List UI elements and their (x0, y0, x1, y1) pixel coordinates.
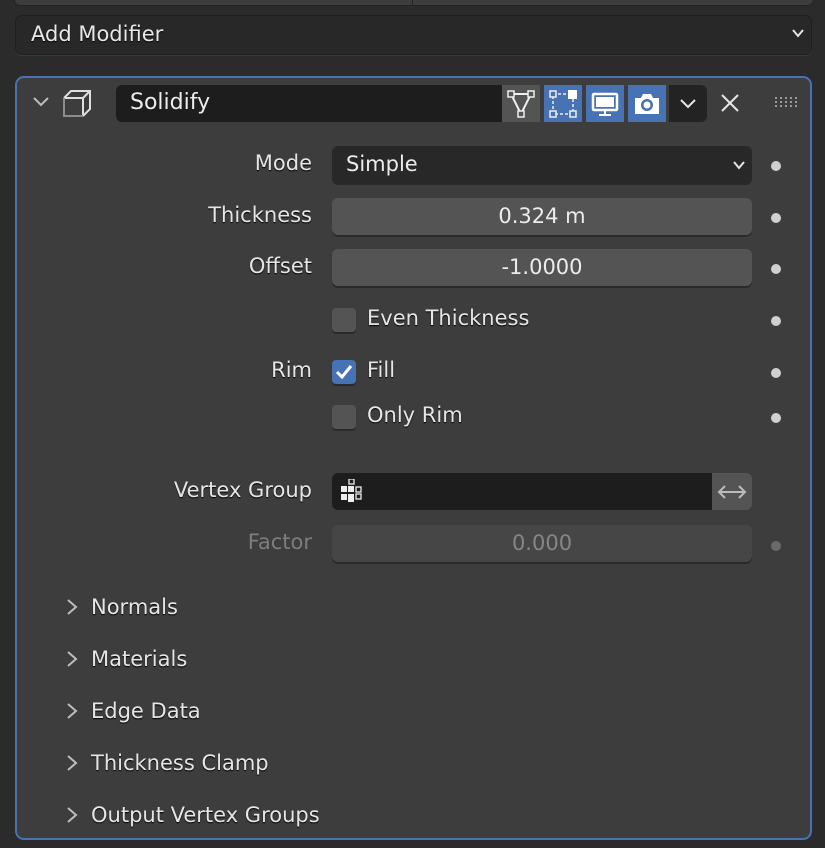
subpanel-label: Edge Data (91, 699, 201, 723)
chevron-down-icon (792, 29, 804, 38)
modifier-menu-button[interactable] (669, 85, 707, 122)
keyframe-dot[interactable] (771, 413, 781, 423)
modifier-name-field[interactable]: Solidify (116, 85, 502, 122)
offset-value: -1.0000 (501, 255, 583, 279)
factor-label: Factor (247, 530, 312, 554)
vertex-triangle-icon (507, 89, 535, 118)
modifier-name: Solidify (130, 90, 211, 115)
subpanel-label: Output Vertex Groups (91, 803, 320, 827)
render-toggle[interactable] (628, 85, 666, 122)
mode-value: Simple (346, 152, 418, 176)
factor-value: 0.000 (511, 531, 573, 555)
keyframe-dot[interactable] (771, 161, 781, 171)
solidify-cube-icon (63, 90, 91, 117)
edit-mode-square-icon (549, 89, 577, 118)
offset-field[interactable]: -1.0000 (332, 249, 752, 286)
previous-panel-edge (14, 0, 814, 6)
only-rim-label: Only Rim (367, 403, 463, 427)
subpanel-output-vertex-groups[interactable]: Output Vertex Groups (65, 800, 320, 830)
viewport-toggle[interactable] (586, 85, 624, 122)
add-modifier-label: Add Modifier (31, 22, 164, 46)
subpanel-label: Thickness Clamp (91, 751, 269, 775)
checkmark-icon (335, 365, 353, 380)
chevron-right-icon (67, 599, 78, 615)
chevron-right-icon (67, 755, 78, 771)
keyframe-dot[interactable] (771, 213, 781, 223)
subpanel-label: Materials (91, 647, 188, 671)
mode-label: Mode (254, 151, 312, 175)
subpanel-edge-data[interactable]: Edge Data (65, 696, 201, 726)
keyframe-dot[interactable] (771, 264, 781, 274)
fill-checkbox[interactable] (332, 360, 356, 384)
edit-cage-toggle[interactable] (502, 85, 540, 122)
even-thickness-label: Even Thickness (367, 306, 530, 330)
subpanel-label: Normals (91, 595, 178, 619)
collapse-chevron-icon[interactable] (31, 95, 51, 109)
chevron-right-icon (67, 807, 78, 823)
add-modifier-dropdown[interactable]: Add Modifier (15, 15, 812, 55)
camera-icon (635, 93, 659, 114)
keyframe-dot (771, 541, 781, 551)
subpanel-thickness-clamp[interactable]: Thickness Clamp (65, 748, 269, 778)
edit-mode-toggle[interactable] (544, 85, 582, 122)
thickness-label: Thickness (208, 203, 312, 227)
vertex-group-field[interactable] (332, 473, 712, 510)
thickness-value: 0.324 m (498, 204, 586, 228)
solidify-modifier-panel: Solidify Mode Simple Thickness 0.324 m O… (15, 76, 812, 840)
vertex-group-icon (341, 479, 362, 502)
subpanel-materials[interactable]: Materials (65, 644, 187, 674)
drag-grip-icon[interactable] (774, 96, 800, 108)
rim-label: Rim (271, 358, 312, 382)
chevron-down-icon (733, 161, 745, 170)
even-thickness-checkbox[interactable] (332, 308, 356, 332)
invert-vertex-group-button[interactable] (712, 473, 752, 510)
offset-label: Offset (248, 254, 312, 278)
thickness-field[interactable]: 0.324 m (332, 198, 752, 235)
chevron-down-icon (680, 98, 696, 108)
close-icon[interactable] (719, 92, 741, 114)
fill-label: Fill (367, 358, 396, 382)
chevron-right-icon (67, 703, 78, 719)
arrows-left-right-icon (717, 484, 747, 499)
divider (412, 0, 413, 5)
keyframe-dot[interactable] (771, 316, 781, 326)
chevron-right-icon (67, 651, 78, 667)
subpanel-normals[interactable]: Normals (65, 592, 178, 622)
mode-dropdown[interactable]: Simple (332, 146, 752, 183)
monitor-icon (591, 92, 619, 116)
vertex-group-label: Vertex Group (173, 478, 312, 502)
factor-field: 0.000 (332, 525, 752, 562)
only-rim-checkbox[interactable] (332, 405, 356, 429)
keyframe-dot[interactable] (771, 368, 781, 378)
